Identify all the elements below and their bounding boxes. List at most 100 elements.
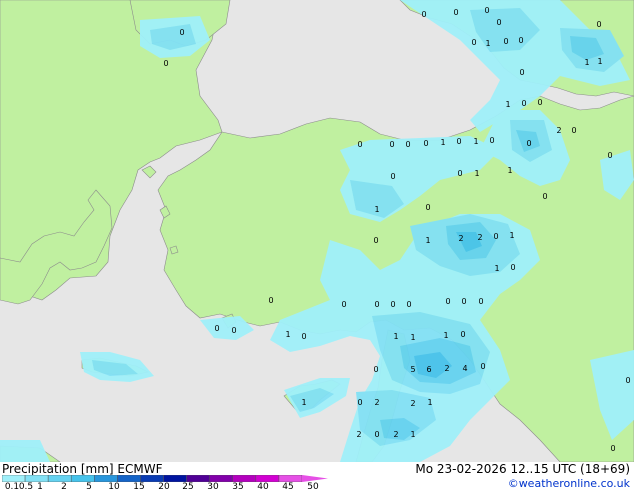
precip-value-label: 0 bbox=[456, 137, 461, 146]
legend-color-scale bbox=[2, 475, 328, 482]
precip-value-label: 0 bbox=[625, 376, 630, 385]
forecast-datetime: Mo 23-02-2026 12..15 UTC (18+69) bbox=[415, 462, 630, 476]
precip-value-label: 0 bbox=[610, 444, 615, 453]
precip-value-label: 0 bbox=[389, 140, 394, 149]
legend-tick-label: 35 bbox=[232, 482, 244, 492]
precip-value-label: 0 bbox=[480, 362, 485, 371]
precip-value-label: 1 bbox=[410, 333, 415, 342]
precip-value-label: 1 bbox=[427, 398, 432, 407]
precip-value-label: 1 bbox=[507, 166, 512, 175]
precip-value-label: 1 bbox=[393, 332, 398, 341]
precip-value-label: 0 bbox=[423, 139, 428, 148]
precip-value-label: 1 bbox=[301, 398, 306, 407]
precip-value-label: 0 bbox=[179, 28, 184, 37]
precip-value-label: 1 bbox=[410, 430, 415, 439]
legend-swatch bbox=[163, 475, 187, 482]
precip-value-label: 6 bbox=[426, 365, 431, 374]
legend-tick-label: 50 bbox=[307, 482, 319, 492]
precip-value-label: 0 bbox=[460, 330, 465, 339]
precip-value-label: 2 bbox=[556, 126, 561, 135]
precip-value-label: 0 bbox=[457, 169, 462, 178]
precipitation-map: 0000000100011010020000010100000110100122… bbox=[0, 0, 634, 462]
precip-value-label: 0 bbox=[493, 232, 498, 241]
precip-value-label: 0 bbox=[519, 68, 524, 77]
precip-value-label: 2 bbox=[374, 398, 379, 407]
legend-swatch bbox=[117, 475, 141, 482]
precip-value-label: 1 bbox=[474, 169, 479, 178]
precip-value-label: 2 bbox=[458, 234, 463, 243]
precip-value-label: 1 bbox=[505, 100, 510, 109]
legend-tick-label: 15 bbox=[133, 482, 145, 492]
legend-title-text: Precipitation [mm] bbox=[2, 462, 114, 476]
precip-value-label: 1 bbox=[597, 57, 602, 66]
precip-value-label: 0 bbox=[406, 300, 411, 309]
legend-model: ECMWF bbox=[117, 462, 163, 476]
precip-value-label: 0 bbox=[405, 140, 410, 149]
legend-swatch bbox=[2, 475, 26, 482]
legend-tick-label: 5 bbox=[86, 482, 92, 492]
copyright-link[interactable]: ©weatheronline.co.uk bbox=[508, 477, 630, 490]
land-lesbos bbox=[141, 165, 157, 179]
precip-value-label: 0 bbox=[596, 20, 601, 29]
precip-value-label: 0 bbox=[496, 18, 501, 27]
precip-value-label: 0 bbox=[542, 192, 547, 201]
legend-swatch bbox=[70, 475, 95, 482]
precip-value-label: 0 bbox=[484, 6, 489, 15]
legend-tick-label: 40 bbox=[257, 482, 269, 492]
legend-swatch bbox=[94, 475, 118, 482]
precip-value-label: 0 bbox=[374, 430, 379, 439]
precip-value-label: 0 bbox=[163, 59, 168, 68]
precip-value-label: 4 bbox=[462, 364, 467, 373]
precip-value-label: 0 bbox=[268, 296, 273, 305]
legend-swatch bbox=[232, 475, 257, 482]
precip-value-label: 0 bbox=[526, 139, 531, 148]
precip-value-label: 1 bbox=[443, 331, 448, 340]
legend-swatch bbox=[47, 475, 72, 482]
footer: Precipitation [mm] ECMWF Mo 23-02-2026 1… bbox=[0, 462, 634, 492]
legend-ticks: 0.1 0.5 1 2 5 10 15 20 25 30 35 40 45 50 bbox=[0, 482, 330, 492]
legend-swatch bbox=[186, 475, 210, 482]
legend-swatch bbox=[209, 475, 234, 482]
precip-value-label: 0 bbox=[357, 398, 362, 407]
precip-value-label: 0 bbox=[607, 151, 612, 160]
precip-value-label: 1 bbox=[374, 205, 379, 214]
precip-value-label: 1 bbox=[425, 236, 430, 245]
precip-value-label: 0 bbox=[445, 297, 450, 306]
precip-value-label: 1 bbox=[494, 264, 499, 273]
precip-value-label: 0 bbox=[478, 297, 483, 306]
precip-value-label: 0 bbox=[425, 203, 430, 212]
legend-overflow-arrow bbox=[302, 475, 328, 482]
precip-value-label: 1 bbox=[285, 330, 290, 339]
precip-value-label: 0 bbox=[571, 126, 576, 135]
legend-tick-label: 45 bbox=[282, 482, 294, 492]
map-canvas: 0 0 00 000 1 0 00 1 101 0 02 00 0 0 0 1 0 1 0 000 0 1 101 00 1 2 2… bbox=[0, 0, 634, 462]
precip-value-label: 0 bbox=[390, 300, 395, 309]
precip-value-label: 2 bbox=[410, 399, 415, 408]
precip-value-label: 0 bbox=[373, 365, 378, 374]
precip-value-label: 5 bbox=[410, 365, 415, 374]
precip-value-label: 1 bbox=[509, 231, 514, 240]
legend-tick-label: 25 bbox=[182, 482, 194, 492]
legend-tick-label: 2 bbox=[61, 482, 67, 492]
legend-tick-label: 1 bbox=[37, 482, 43, 492]
precip-value-label: 2 bbox=[393, 430, 398, 439]
legend-tick-label: 10 bbox=[108, 482, 120, 492]
legend-tick-label: 0.5 bbox=[18, 482, 34, 492]
precip-value-label: 0 bbox=[471, 38, 476, 47]
precip-value-label: 0 bbox=[301, 332, 306, 341]
precip-value-label: 0 bbox=[461, 297, 466, 306]
precip-value-label: 0 bbox=[214, 324, 219, 333]
precip-value-label: 0 bbox=[374, 300, 379, 309]
precip-value-label: 0 bbox=[357, 140, 362, 149]
precip-value-label: 2 bbox=[356, 430, 361, 439]
legend-swatch bbox=[255, 475, 280, 482]
precip-value-label: 0 bbox=[231, 326, 236, 335]
precip-value-label: 0 bbox=[390, 172, 395, 181]
legend-title: Precipitation [mm] ECMWF bbox=[2, 462, 162, 476]
precip-value-label: 1 bbox=[584, 58, 589, 67]
legend-tick-label: 20 bbox=[158, 482, 170, 492]
precip-value-label: 0 bbox=[489, 136, 494, 145]
legend-tick-label: 0.1 bbox=[4, 482, 20, 492]
precip-value-label: 0 bbox=[518, 36, 523, 45]
precip-value-label: 0 bbox=[453, 8, 458, 17]
